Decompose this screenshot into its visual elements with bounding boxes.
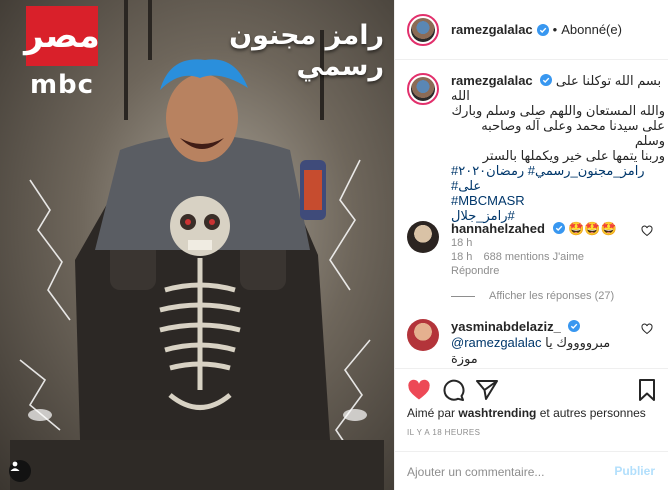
liked-by: Aimé par washtrending et autres personne… xyxy=(407,406,646,420)
share-icon[interactable] xyxy=(475,378,499,402)
comment-input[interactable] xyxy=(407,462,597,482)
comment-text: 🤩🤩🤩 xyxy=(568,221,617,236)
bookmark-icon[interactable] xyxy=(635,378,659,402)
caption-line: وربنا يتمها على خير ويكملها بالستر xyxy=(482,148,665,163)
heart-filled-icon[interactable] xyxy=(407,378,431,402)
avatar[interactable] xyxy=(407,13,439,46)
show-title: رامز مجنون رسمي xyxy=(229,20,384,82)
avatar-image xyxy=(411,77,435,101)
replies-divider xyxy=(451,295,475,297)
mbc-masr-logo: مصر xyxy=(24,6,100,66)
add-comment-bar: Publier xyxy=(395,451,668,490)
view-replies-button[interactable]: Afficher les réponses (27) xyxy=(451,290,614,302)
verified-badge-icon xyxy=(568,320,581,332)
follow-status-button[interactable]: Abonné(e) xyxy=(561,22,622,37)
tagged-user-icon[interactable] xyxy=(9,460,31,482)
liked-by-suffix[interactable]: et autres personnes xyxy=(540,406,646,420)
avatar[interactable] xyxy=(407,319,439,351)
avatar-image xyxy=(411,17,435,42)
comment-likes[interactable]: 688 mentions J'aime xyxy=(483,251,584,263)
view-replies-label: Afficher les réponses (27) xyxy=(489,290,615,302)
avatar[interactable] xyxy=(407,221,439,253)
post-details-panel: ramezgalalac • Abonné(e) ramezgalalac بس… xyxy=(394,0,668,490)
comment-username[interactable]: hannahelzahed xyxy=(451,221,545,236)
comments-list[interactable]: ramezgalalac بسم الله توكلنا على الله وا… xyxy=(395,61,668,367)
post-timestamp: IL Y A 18 HEURES xyxy=(407,428,481,437)
publish-button[interactable]: Publier xyxy=(614,464,655,478)
hashtag-link[interactable]: #MBCMASR xyxy=(451,193,665,208)
separator-dot: • xyxy=(552,22,558,37)
post-header: ramezgalalac • Abonné(e) xyxy=(395,0,668,60)
post-image[interactable]: مصر mbc رامز مجنون رسمي xyxy=(0,0,394,490)
liked-by-prefix: Aimé par xyxy=(407,406,456,420)
caption-line: على سيدنا محمد وعلى آله وصاحبه وسلم xyxy=(481,118,665,148)
caption-username[interactable]: ramezgalalac xyxy=(451,73,533,88)
heart-outline-icon[interactable] xyxy=(641,323,653,335)
reply-button[interactable]: Répondre xyxy=(451,265,631,277)
mbc-logo-text: mbc xyxy=(29,70,95,100)
hashtag-link[interactable]: رامز_مجنون_رسمي# رمضان٢٠٢٠# على# xyxy=(451,163,665,193)
verified-badge-icon xyxy=(540,74,553,86)
caption-line: والله المستعان واللهم صلى وسلم وبارك xyxy=(451,103,665,118)
comment-username[interactable]: yasminabdelaziz_ xyxy=(451,319,561,334)
heart-outline-icon[interactable] xyxy=(641,225,653,237)
post-actions: Aimé par washtrending et autres personne… xyxy=(395,368,668,490)
caption-avatar[interactable] xyxy=(407,73,439,105)
liked-by-user[interactable]: washtrending xyxy=(458,406,536,420)
header-username[interactable]: ramezgalalac xyxy=(451,22,533,37)
verified-badge-icon xyxy=(536,23,549,36)
verified-badge-icon xyxy=(552,222,565,234)
mention-link[interactable]: @ramezgalalac xyxy=(451,335,542,350)
comment-icon[interactable] xyxy=(441,378,465,402)
comment-time: 18 h xyxy=(451,251,473,263)
person-icon xyxy=(10,461,20,471)
